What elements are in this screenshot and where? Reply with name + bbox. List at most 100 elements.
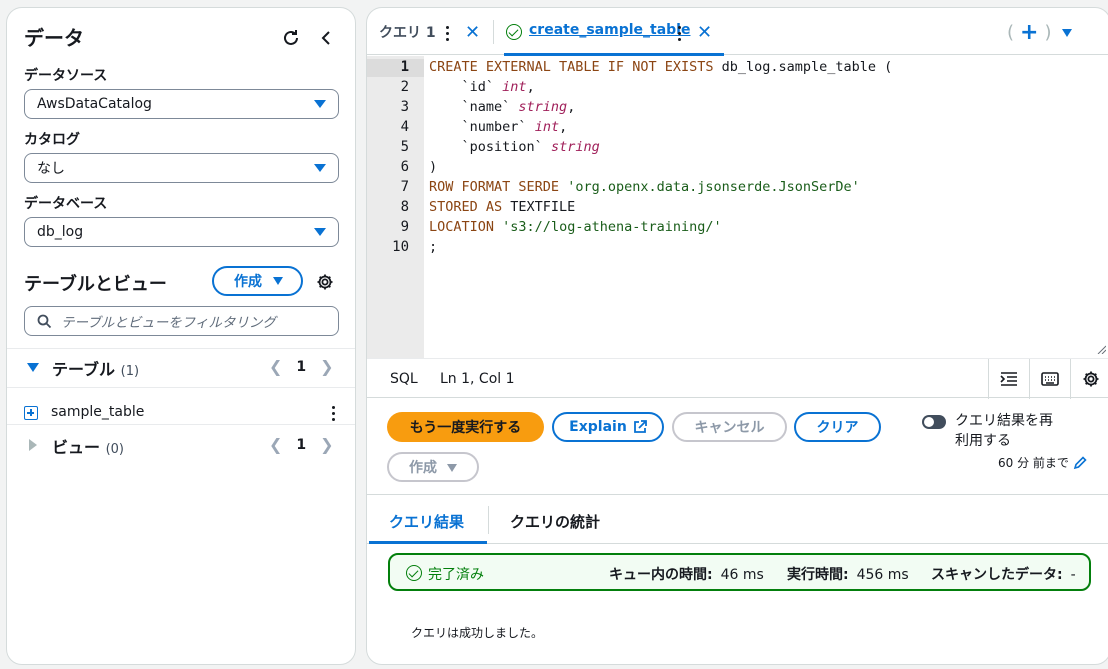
success-check-icon (506, 24, 522, 40)
reuse-results-label: クエリ結果を再利用する (955, 413, 1053, 449)
chevron-right-icon[interactable]: ❯ (320, 357, 333, 376)
line-number: 3 (400, 99, 409, 115)
line-number: 4 (400, 119, 409, 135)
line-number: 1 (400, 59, 409, 75)
sql-editor[interactable]: 1 2 3 4 5 6 7 8 9 10 CREATE EXTERNAL TAB… (367, 56, 1108, 358)
expand-plus-icon[interactable] (24, 406, 38, 420)
edit-pencil-icon[interactable] (1073, 455, 1087, 470)
clear-button[interactable]: クリア (794, 412, 881, 442)
line-number: 5 (400, 139, 409, 155)
gear-icon[interactable] (1070, 359, 1108, 399)
caret-down-icon (273, 277, 283, 285)
catalog-value: なし (37, 161, 65, 177)
data-source-select[interactable]: AwsDataCatalog (24, 89, 339, 119)
data-panel: データ データソース AwsDataCatalog カタログ なし データベース… (6, 7, 356, 665)
data-source-value: AwsDataCatalog (37, 96, 152, 112)
database-value: db_log (37, 224, 84, 240)
caret-down-icon (314, 100, 326, 108)
more-actions-icon[interactable] (446, 26, 449, 41)
search-placeholder: テーブルとビューをフィルタリング (61, 315, 276, 331)
keyboard-icon[interactable] (1029, 359, 1070, 399)
line-number: 2 (400, 79, 409, 95)
catalog-select[interactable]: なし (24, 153, 339, 183)
create-dropdown-button[interactable]: 作成 (387, 452, 479, 482)
chevron-left-icon[interactable]: ❮ (269, 357, 282, 376)
code-line: ; (429, 239, 438, 255)
code-line: `position` string (429, 139, 600, 155)
code-line: `number` int, (429, 119, 568, 135)
bracket-left: ( (1007, 22, 1015, 43)
line-gutter: 1 2 3 4 5 6 7 8 9 10 (367, 56, 424, 358)
divider (7, 424, 355, 425)
external-link-icon (633, 420, 647, 433)
language-label: SQL (390, 371, 418, 387)
table-row[interactable]: sample_table (7, 395, 355, 431)
code-line: `name` string, (429, 99, 576, 115)
data-source-label: データソース (24, 68, 108, 84)
explain-label: Explain (569, 419, 627, 435)
refresh-icon[interactable] (279, 26, 303, 50)
caret-down-icon (314, 164, 326, 172)
code-line: ) (429, 159, 438, 175)
run-again-button[interactable]: もう一度実行する (387, 412, 544, 442)
search-icon (37, 314, 52, 333)
expand-triangle-icon[interactable] (27, 363, 39, 372)
resize-handle-icon[interactable] (1096, 344, 1106, 354)
create-button-label: 作成 (234, 274, 262, 290)
more-actions-icon[interactable] (332, 406, 335, 421)
tab-label[interactable]: create_sample_table (529, 22, 690, 38)
database-select[interactable]: db_log (24, 217, 339, 247)
queue-time: キュー内の時間: 46 ms (609, 567, 764, 583)
code-line: CREATE EXTERNAL TABLE IF NOT EXISTS db_l… (429, 59, 893, 75)
line-number: 10 (392, 239, 409, 255)
code-line: STORED AS TEXTFILE (429, 199, 576, 215)
add-tab-icon[interactable]: + (1020, 20, 1038, 45)
tables-section-header[interactable]: テーブル (1) ❮ 1 ❯ (7, 349, 355, 385)
table-name[interactable]: sample_table (51, 404, 144, 420)
bracket-right: ) (1044, 22, 1052, 43)
catalog-label: カタログ (24, 132, 80, 148)
collapsed-triangle-icon[interactable] (29, 439, 37, 451)
result-status-box: 完了済み キュー内の時間: 46 ms 実行時間: 456 ms スキャンしたデータ… (388, 553, 1091, 591)
caret-down-icon (447, 464, 457, 472)
cursor-position: Ln 1, Col 1 (440, 371, 515, 387)
cancel-button[interactable]: キャンセル (672, 412, 787, 442)
filter-search-input[interactable]: テーブルとビューをフィルタリング (24, 306, 339, 336)
gear-icon[interactable] (313, 270, 337, 294)
create-button[interactable]: 作成 (212, 266, 303, 296)
chevron-left-icon[interactable]: ❮ (269, 435, 282, 454)
data-scanned: スキャンしたデータ: - (931, 567, 1076, 583)
page-number[interactable]: 1 (296, 437, 306, 453)
views-section-label: ビュー (0) (52, 438, 125, 457)
code-line: `id` int, (429, 79, 535, 95)
code-line: LOCATION 's3://log-athena-training/' (429, 219, 722, 235)
chevron-right-icon[interactable]: ❯ (320, 435, 333, 454)
close-icon[interactable]: ✕ (465, 22, 480, 43)
line-number: 8 (400, 199, 409, 215)
more-actions-icon[interactable] (678, 26, 681, 41)
reuse-results-toggle[interactable] (922, 415, 946, 429)
views-section-header[interactable]: ビュー (0) ❮ 1 ❯ (7, 427, 355, 463)
result-tabs: クエリ結果 クエリの統計 (367, 496, 1108, 544)
query-tabs: クエリ 1 ✕ create_sample_table ✕ ( + ) (367, 8, 1108, 56)
tab-query-1[interactable]: クエリ 1 (379, 22, 436, 42)
caret-down-icon[interactable] (1061, 28, 1072, 37)
tables-section-label: テーブル (1) (52, 360, 140, 379)
format-indent-icon[interactable] (988, 359, 1029, 399)
tab-query-stats[interactable]: クエリの統計 (510, 511, 600, 532)
success-check-icon (406, 565, 422, 581)
close-icon[interactable]: ✕ (697, 22, 712, 43)
collapse-panel-icon[interactable] (314, 26, 338, 50)
query-editor-panel: クエリ 1 ✕ create_sample_table ✕ ( + ) 1 2 … (366, 7, 1108, 665)
tab-add-group: ( + ) (1007, 20, 1072, 45)
success-message: クエリは成功しました。 (411, 626, 544, 640)
panel-title: データ (24, 26, 84, 50)
tab-create-sample-table[interactable]: create_sample_table ✕ (504, 8, 729, 56)
tables-views-title: テーブルとビュー (24, 274, 167, 295)
active-tab-indicator (369, 541, 487, 544)
page-number[interactable]: 1 (296, 359, 306, 375)
tab-query-results[interactable]: クエリ結果 (389, 511, 464, 532)
line-number: 6 (400, 159, 409, 175)
explain-button[interactable]: Explain (552, 412, 664, 442)
create-label: 作成 (409, 460, 437, 476)
